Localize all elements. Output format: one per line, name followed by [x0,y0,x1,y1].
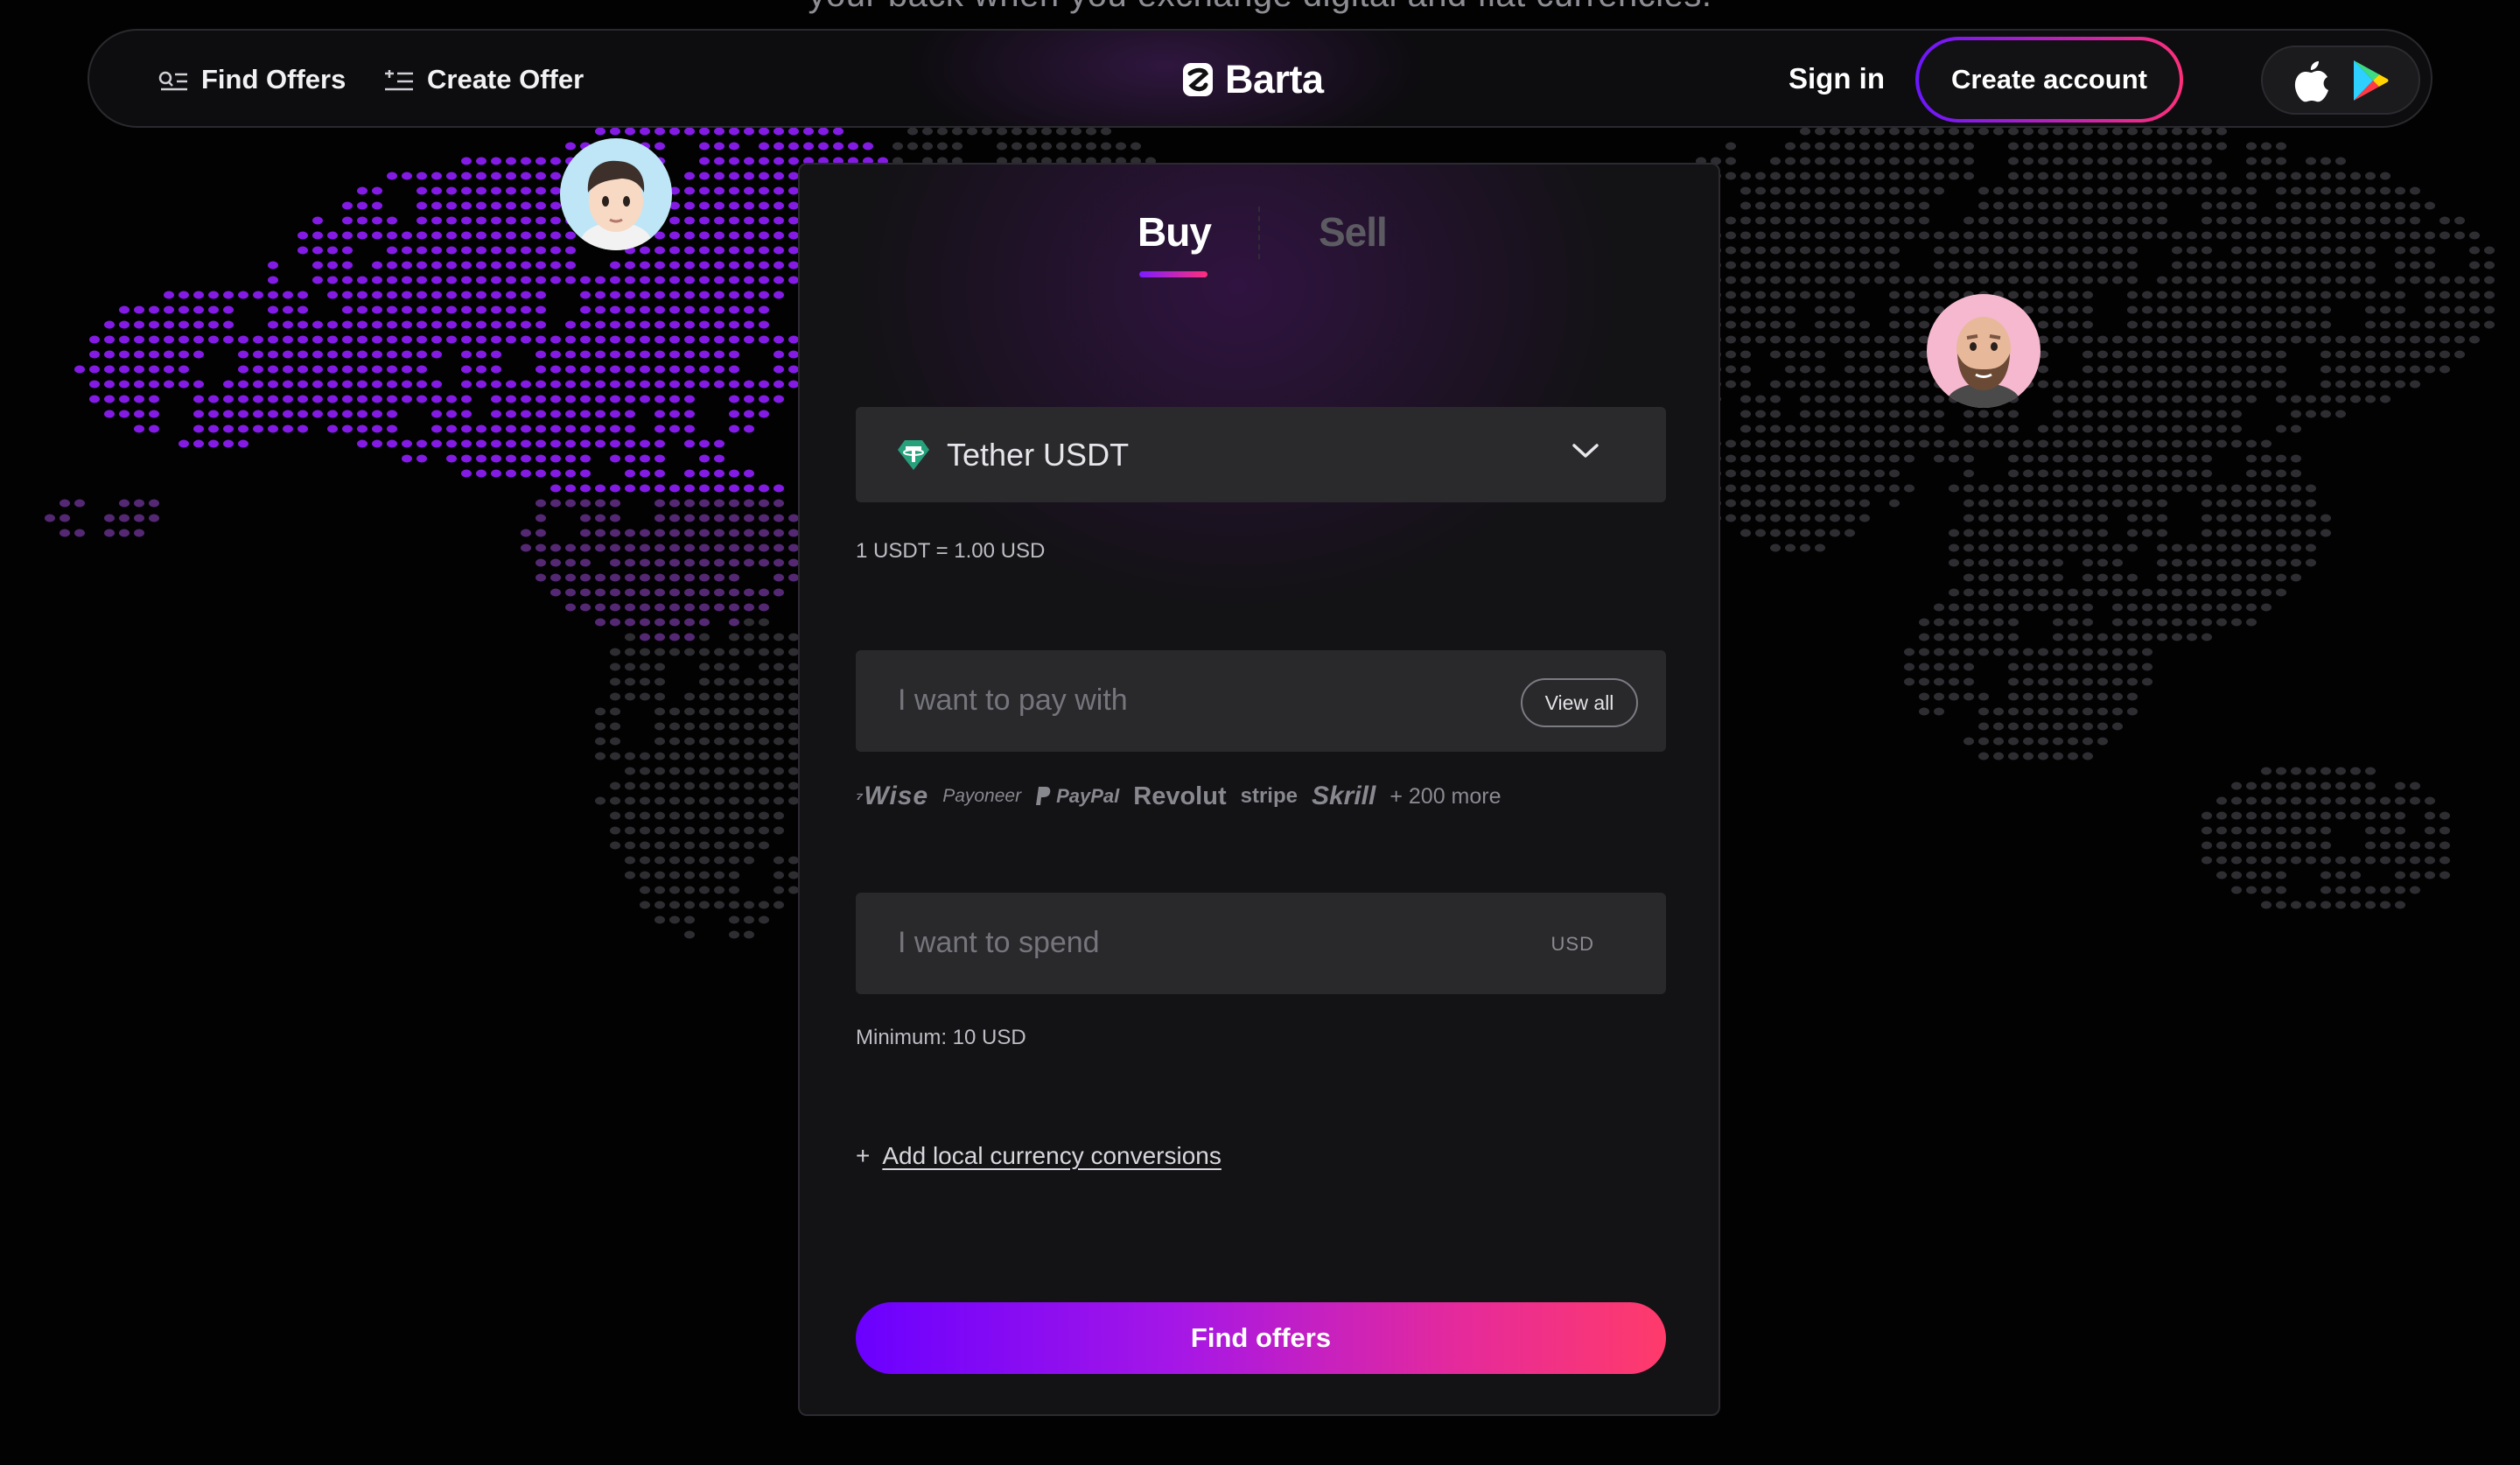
exchange-form-card: Buy Sell Tether USDT 1 USDT = 1.00 USD I… [798,163,1720,1416]
tab-divider [1258,207,1260,259]
provider-skrill[interactable]: Skrill [1312,782,1376,811]
active-tab-indicator [1139,271,1208,277]
search-list-icon [158,68,189,91]
provider-payoneer[interactable]: Payoneer [942,786,1021,807]
find-offers-button[interactable]: Find offers [856,1302,1666,1374]
spend-amount-field[interactable]: I want to spend USD [856,893,1666,994]
app-store-links [2261,46,2420,115]
chevron-down-icon [1572,444,1599,458]
exchange-rate: 1 USDT = 1.00 USD [856,539,1046,563]
asset-select-label: Tether USDT [947,436,1130,473]
view-all-button[interactable]: View all [1521,678,1638,727]
add-conversions-link[interactable]: Add local currency conversions [882,1142,1222,1170]
add-list-icon [383,68,415,91]
find-offers-link[interactable]: Find Offers [158,62,346,97]
asset-select[interactable]: Tether USDT [856,407,1666,502]
user-avatar [560,138,672,250]
hero-subtitle: your back when you exchange digital and … [0,0,2520,15]
user-avatar-bearded [1927,294,2040,408]
apple-icon[interactable] [2292,58,2331,103]
provider-revolut[interactable]: Revolut [1133,782,1226,811]
paypal-icon [1036,787,1051,805]
add-local-currency-conversions[interactable]: + Add local currency conversions [856,1142,1222,1170]
top-navbar: Find Offers Create Offer Barta Sign in C… [88,29,2432,128]
find-offers-label: Find Offers [201,64,346,95]
payment-method-field[interactable]: I want to pay with View all [856,650,1666,752]
create-account-button[interactable]: Create account [1915,37,2183,123]
payment-providers: ⁷Wise Payoneer PayPal Revolut stripe Skr… [856,779,1502,814]
create-offer-label: Create Offer [427,64,584,95]
sign-in-link[interactable]: Sign in [1788,62,1885,95]
provider-wise[interactable]: ⁷Wise [856,782,928,811]
create-account-label: Create account [1951,64,2147,95]
google-play-icon[interactable] [2350,59,2389,102]
tab-buy[interactable]: Buy [1138,208,1212,256]
create-offer-link[interactable]: Create Offer [383,62,584,97]
barta-logo-icon [1183,63,1213,96]
minimum-amount-note: Minimum: 10 USD [856,1026,1026,1049]
brand-name: Barta [1225,57,1324,102]
find-offers-button-label: Find offers [1190,1322,1332,1353]
tether-icon [898,439,929,470]
plus-icon: + [856,1142,871,1169]
tab-sell[interactable]: Sell [1319,208,1388,256]
provider-paypal[interactable]: PayPal [1035,785,1119,808]
providers-more-count[interactable]: + 200 more [1390,784,1501,810]
currency-label: USD [1550,933,1594,955]
payment-method-placeholder: I want to pay with [898,683,1128,717]
spend-amount-placeholder: I want to spend [898,926,1100,959]
brand-logo[interactable]: Barta [1181,53,1324,106]
page: your back when you exchange digital and … [0,0,2520,1465]
provider-stripe[interactable]: stripe [1241,784,1298,809]
